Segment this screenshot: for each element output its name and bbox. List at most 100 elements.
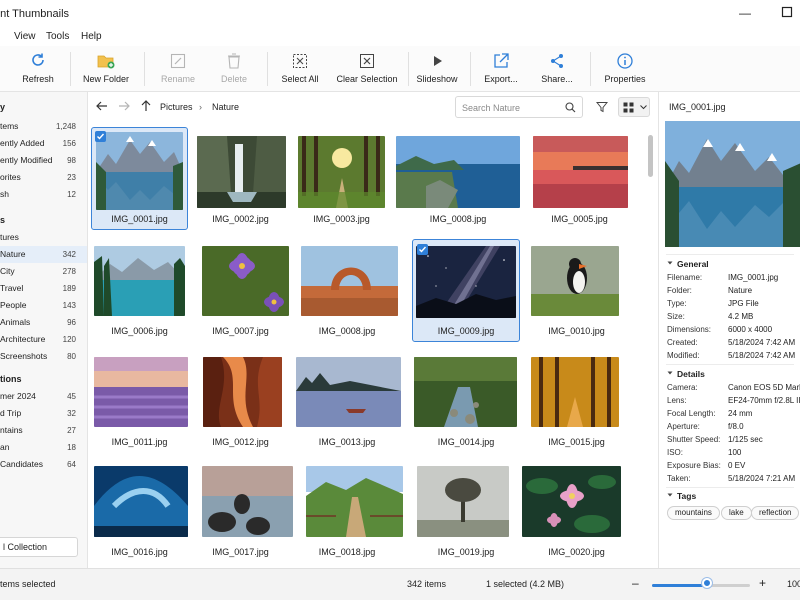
sidebar-item-road-trip[interactable]: d Trip 32 bbox=[0, 405, 87, 422]
thumbnail-filename: IMG_0006.jpg bbox=[111, 326, 168, 336]
thumbnail-filename: IMG_0007.jpg bbox=[212, 326, 269, 336]
details-row: Dimensions: 6000 x 4000 bbox=[667, 325, 800, 337]
maximize-icon[interactable] bbox=[780, 6, 794, 20]
thumbnail-tile[interactable]: IMG_0008.jpg bbox=[394, 127, 522, 230]
sidebar-item-summer-2024[interactable]: mer 2024 45 bbox=[0, 388, 87, 405]
sidebar-item-label: ently Added bbox=[0, 138, 45, 148]
filter-icon[interactable] bbox=[596, 101, 608, 113]
up-arrow-icon[interactable] bbox=[139, 99, 153, 113]
divider bbox=[666, 487, 794, 488]
forward-arrow-icon[interactable] bbox=[117, 99, 131, 113]
thumbnail-image bbox=[94, 357, 188, 427]
thumbnail-tile[interactable]: IMG_0010.jpg bbox=[528, 239, 625, 342]
clear-selection-button[interactable]: Clear Selection bbox=[334, 52, 400, 84]
share-button[interactable]: Share... bbox=[538, 52, 576, 84]
thumbnail-tile[interactable]: IMG_0017.jpg bbox=[192, 460, 293, 563]
thumbnail-tile[interactable]: IMG_0019.jpg bbox=[412, 460, 520, 563]
thumbnail-image bbox=[94, 246, 185, 316]
checkbox-checked-icon[interactable] bbox=[417, 244, 428, 255]
sidebar-item-pictures[interactable]: tures bbox=[0, 229, 87, 246]
status-selection: 1 selected (4.2 MB) bbox=[486, 579, 565, 589]
delete-button[interactable]: Delete bbox=[214, 52, 254, 84]
details-value: 5/18/2024 7:42 AM bbox=[728, 351, 796, 360]
grid-scrollbar[interactable] bbox=[648, 135, 653, 177]
properties-button[interactable]: Properties bbox=[602, 52, 648, 84]
thumbnail-tile[interactable]: IMG_0015.jpg bbox=[528, 350, 625, 453]
tag-chip[interactable]: lake bbox=[721, 506, 752, 520]
thumbnail-tile[interactable]: IMG_0016.jpg bbox=[91, 460, 188, 563]
thumbnail-tile[interactable]: IMG_0001.jpg bbox=[91, 127, 188, 230]
thumbnail-image bbox=[94, 466, 188, 537]
sidebar-item-animals[interactable]: Animals 96 bbox=[0, 314, 87, 331]
menu-help[interactable]: Help bbox=[81, 31, 102, 42]
thumbnail-tile[interactable]: IMG_0009.jpg bbox=[412, 239, 520, 342]
breadcrumb-nature[interactable]: Nature bbox=[212, 102, 239, 112]
sidebar-item-print-candidates[interactable]: Candidates 64 bbox=[0, 456, 87, 473]
thumbnail-tile[interactable]: IMG_0018.jpg bbox=[293, 460, 403, 563]
thumbnail-tile[interactable]: IMG_0020.jpg bbox=[522, 460, 625, 563]
sidebar-item-people[interactable]: People 143 bbox=[0, 297, 87, 314]
sidebar-item-recently-added[interactable]: ently Added 156 bbox=[0, 135, 87, 152]
sidebar-item-architecture[interactable]: Architecture 120 bbox=[0, 331, 87, 348]
thumbnail-tile[interactable]: IMG_0014.jpg bbox=[412, 350, 520, 453]
details-row: Filename: IMG_0001.jpg bbox=[667, 273, 800, 285]
toolbar-divider bbox=[408, 52, 409, 86]
collapse-chevron-icon[interactable] bbox=[667, 492, 673, 498]
zoom-slider-handle[interactable] bbox=[701, 578, 712, 588]
thumbnail-tile[interactable]: IMG_0007.jpg bbox=[192, 239, 289, 342]
view-mode-toggle[interactable] bbox=[618, 97, 650, 117]
select-all-button[interactable]: Select All bbox=[278, 52, 322, 84]
details-key: Modified: bbox=[667, 351, 700, 360]
sidebar-item-city[interactable]: City 278 bbox=[0, 263, 87, 280]
search-input[interactable]: Search Nature bbox=[462, 103, 520, 113]
thumbnail-tile[interactable]: IMG_0002.jpg bbox=[192, 127, 289, 230]
sidebar-item-label: Screenshots bbox=[0, 351, 48, 361]
collapse-chevron-icon[interactable] bbox=[667, 370, 673, 376]
thumbnail-filename: IMG_0002.jpg bbox=[212, 214, 269, 224]
menu-view[interactable]: View bbox=[14, 31, 36, 42]
thumbnail-image bbox=[96, 132, 183, 210]
sidebar-item-nature[interactable]: Nature 342 bbox=[0, 246, 87, 263]
thumbnail-tile[interactable]: IMG_0005.jpg bbox=[528, 127, 631, 230]
thumbnail-tile[interactable]: IMG_0013.jpg bbox=[293, 350, 401, 453]
collapse-chevron-icon[interactable] bbox=[667, 260, 673, 266]
sidebar-item-travel[interactable]: Travel 189 bbox=[0, 280, 87, 297]
sidebar-item-mountains[interactable]: ntains 27 bbox=[0, 422, 87, 439]
zoom-in-icon[interactable]: + bbox=[759, 576, 766, 590]
refresh-button[interactable]: Refresh bbox=[18, 52, 58, 84]
minimize-icon[interactable]: — bbox=[738, 6, 752, 20]
sidebar-item-favorites[interactable]: orites 23 bbox=[0, 169, 87, 186]
tag-chip[interactable]: mountains bbox=[667, 506, 720, 520]
details-key: Created: bbox=[667, 338, 698, 347]
thumbnail-tile[interactable]: IMG_0003.jpg bbox=[293, 127, 390, 230]
thumbnail-tile[interactable]: IMG_0008.jpg bbox=[293, 239, 401, 342]
slideshow-button[interactable]: Slideshow bbox=[414, 52, 460, 84]
sidebar-item-all-items[interactable]: tems 1,248 bbox=[0, 118, 87, 135]
refresh-icon bbox=[32, 53, 44, 66]
menu-tools[interactable]: Tools bbox=[46, 31, 69, 42]
sidebar-item-label: ently Modified bbox=[0, 155, 53, 165]
export-button[interactable]: Export... bbox=[481, 52, 521, 84]
search-icon[interactable] bbox=[565, 102, 576, 113]
back-arrow-icon[interactable] bbox=[95, 99, 109, 113]
sidebar-item-recently-modified[interactable]: ently Modified 98 bbox=[0, 152, 87, 169]
sidebar-item-trash[interactable]: sh 12 bbox=[0, 186, 87, 203]
thumbnail-tile[interactable]: IMG_0012.jpg bbox=[192, 350, 289, 453]
checkbox-checked-icon[interactable] bbox=[95, 131, 106, 142]
toolbar-divider bbox=[70, 52, 71, 86]
breadcrumb-pictures[interactable]: Pictures bbox=[160, 102, 193, 112]
properties-label: Properties bbox=[604, 74, 646, 84]
tag-chip[interactable]: reflection bbox=[751, 506, 800, 520]
collections-heading: tions bbox=[0, 374, 22, 384]
search-box[interactable]: Search Nature bbox=[455, 96, 583, 118]
new-collection-button[interactable]: l Collection bbox=[0, 537, 78, 557]
rename-button[interactable]: Rename bbox=[156, 52, 200, 84]
sidebar-item-screenshots[interactable]: Screenshots 80 bbox=[0, 348, 87, 365]
tags-heading: Tags bbox=[677, 491, 697, 501]
thumbnail-tile[interactable]: IMG_0006.jpg bbox=[91, 239, 188, 342]
zoom-out-icon[interactable]: – bbox=[632, 576, 639, 590]
thumbnail-tile[interactable]: IMG_0011.jpg bbox=[91, 350, 188, 453]
zoom-slider[interactable] bbox=[652, 584, 750, 587]
sidebar-item-ocean[interactable]: an 18 bbox=[0, 439, 87, 456]
new-folder-button[interactable]: New Folder bbox=[80, 52, 132, 84]
